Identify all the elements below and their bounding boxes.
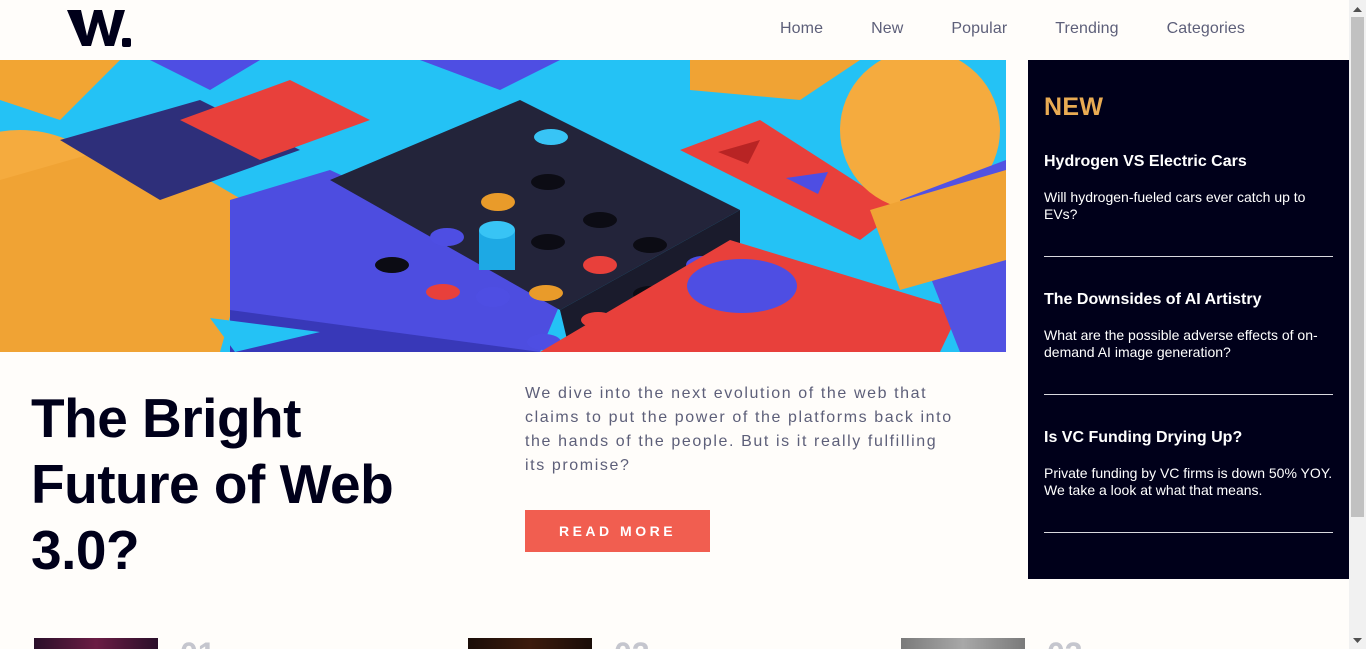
news-item-title[interactable]: The Downsides of AI Artistry (1044, 290, 1333, 310)
nav-home[interactable]: Home (780, 20, 823, 38)
scrollbar-thumb[interactable] (1351, 17, 1364, 517)
article-thumbnail (901, 638, 1025, 649)
nav-new[interactable]: New (871, 20, 903, 38)
main-nav: Home New Popular Trending Categories (780, 20, 1245, 38)
news-item: Hydrogen VS Electric Cars Will hydrogen-… (1044, 152, 1333, 257)
article-thumbnail (468, 638, 592, 649)
news-item-title[interactable]: Is VC Funding Drying Up? (1044, 428, 1333, 448)
nav-popular[interactable]: Popular (951, 20, 1007, 38)
article-number: 02 (614, 638, 650, 649)
new-articles-sidebar: NEW Hydrogen VS Electric Cars Will hydro… (1028, 60, 1349, 579)
nav-categories[interactable]: Categories (1167, 20, 1245, 38)
hero-headline: The Bright Future of Web 3.0? (31, 387, 394, 581)
site-header: Home New Popular Trending Categories (0, 0, 1349, 60)
scroll-down-arrow-icon[interactable] (1349, 632, 1366, 649)
news-item-title[interactable]: Hydrogen VS Electric Cars (1044, 152, 1333, 172)
nav-trending[interactable]: Trending (1055, 20, 1118, 38)
read-more-button[interactable]: READ MORE (525, 510, 710, 552)
article-number: 01 (180, 638, 216, 649)
hero-lead: We dive into the next evolution of the w… (525, 385, 953, 474)
article-thumbnail (34, 638, 158, 649)
logo[interactable] (67, 8, 133, 48)
sidebar-title: NEW (1044, 93, 1104, 121)
news-item: The Downsides of AI Artistry What are th… (1044, 290, 1333, 395)
news-item-text: Will hydrogen-fueled cars ever catch up … (1044, 189, 1306, 222)
hero-image (0, 60, 1006, 352)
scroll-up-arrow-icon[interactable] (1349, 0, 1366, 17)
news-item-text: What are the possible adverse effects of… (1044, 327, 1318, 360)
news-item-text: Private funding by VC firms is down 50% … (1044, 465, 1333, 498)
article-number: 03 (1047, 638, 1083, 649)
abstract-3d-blocks-image (0, 60, 1006, 352)
page-scrollbar[interactable] (1349, 0, 1366, 649)
news-item: Is VC Funding Drying Up? Private funding… (1044, 428, 1333, 533)
